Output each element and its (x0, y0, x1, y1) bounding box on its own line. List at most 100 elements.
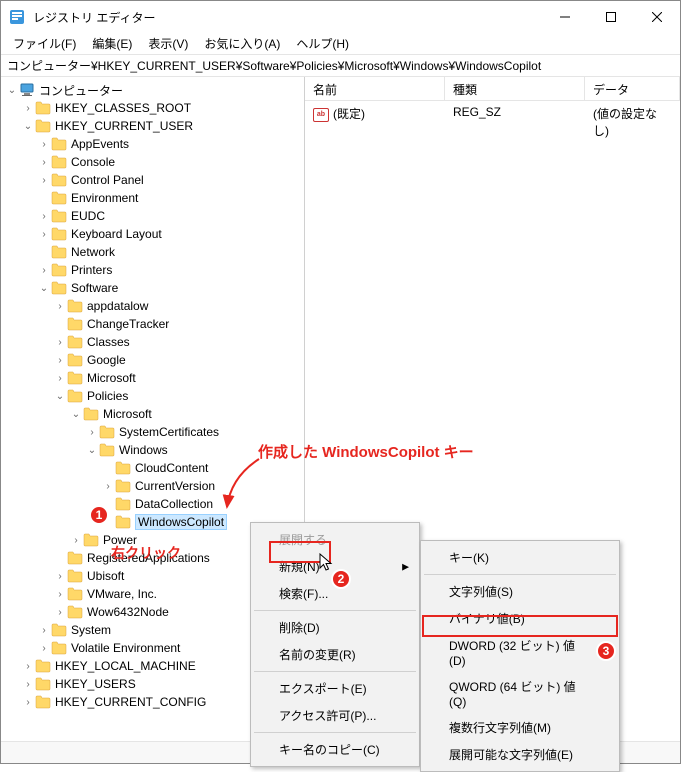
tree-item[interactable]: ›SystemCertificates (1, 423, 304, 441)
folder-icon (51, 191, 67, 205)
chevron-down-icon[interactable]: ⌄ (69, 409, 83, 420)
tree-item[interactable]: Environment (1, 189, 304, 207)
context-submenu-new[interactable]: キー(K) 文字列値(S) バイナリ値(B) DWORD (32 ビット) 値(… (420, 540, 620, 772)
ctx-expand: 展開する (253, 526, 417, 553)
ctx-copykey[interactable]: キー名のコピー(C) (253, 736, 417, 763)
string-value-icon: ab (313, 108, 329, 122)
folder-icon (67, 371, 83, 385)
tree-item-label: HKEY_CURRENT_CONFIG (55, 695, 206, 709)
tree-item-label: Microsoft (87, 371, 136, 385)
separator (424, 574, 616, 575)
tree-root-computer[interactable]: ⌄コンピューター (1, 81, 304, 99)
chevron-right-icon[interactable]: › (37, 625, 51, 636)
ctx-new-key[interactable]: キー(K) (423, 544, 617, 571)
menu-help[interactable]: ヘルプ(H) (288, 35, 357, 52)
tree-item[interactable]: › HKEY_CLASSES_ROOT (1, 99, 304, 117)
chevron-right-icon[interactable]: › (53, 301, 67, 312)
ctx-new-dword[interactable]: DWORD (32 ビット) 値(D) (423, 632, 617, 673)
minimize-button[interactable] (542, 1, 588, 33)
col-header-data[interactable]: データ (585, 77, 680, 100)
tree-item-label: Control Panel (71, 173, 144, 187)
chevron-right-icon[interactable]: › (53, 373, 67, 384)
submenu-arrow-icon: ▶ (402, 561, 409, 572)
chevron-right-icon[interactable]: › (53, 571, 67, 582)
maximize-button[interactable] (588, 1, 634, 33)
tree-item-label: Keyboard Layout (71, 227, 162, 241)
tree-item[interactable]: › Keyboard Layout (1, 225, 304, 243)
chevron-down-icon[interactable]: ⌄ (53, 391, 67, 402)
tree-item[interactable]: ⌄Policies (1, 387, 304, 405)
tree-item-label: HKEY_CLASSES_ROOT (55, 101, 191, 115)
chevron-right-icon[interactable]: › (53, 589, 67, 600)
value-data: (値の設定なし) (585, 103, 680, 141)
tree-item-label: EUDC (71, 209, 105, 223)
folder-icon (67, 605, 83, 619)
context-menu[interactable]: 展開する 新規(N)▶ 検索(F)... 削除(D) 名前の変更(R) エクスポ… (250, 522, 420, 767)
col-header-name[interactable]: 名前 (305, 77, 445, 100)
tree-item[interactable]: Network (1, 243, 304, 261)
tree-item-label: WindowsCopilot (135, 514, 227, 530)
col-header-type[interactable]: 種類 (445, 77, 585, 100)
chevron-right-icon[interactable]: › (101, 481, 115, 492)
chevron-right-icon[interactable]: › (37, 229, 51, 240)
chevron-right-icon[interactable]: › (53, 337, 67, 348)
chevron-right-icon[interactable]: › (37, 157, 51, 168)
chevron-down-icon[interactable]: ⌄ (85, 445, 99, 456)
tree-item[interactable]: › EUDC (1, 207, 304, 225)
ctx-new-binary[interactable]: バイナリ値(B) (423, 605, 617, 632)
chevron-right-icon[interactable]: › (37, 643, 51, 654)
tree-item[interactable]: ›Google (1, 351, 304, 369)
tree-item[interactable]: ›Printers (1, 261, 304, 279)
folder-icon (51, 173, 67, 187)
ctx-export[interactable]: エクスポート(E) (253, 675, 417, 702)
ctx-new-qword[interactable]: QWORD (64 ビット) 値(Q) (423, 673, 617, 714)
folder-icon (67, 317, 83, 331)
menu-favorites[interactable]: お気に入り(A) (196, 35, 288, 52)
folder-icon (67, 389, 83, 403)
chevron-right-icon[interactable]: › (53, 355, 67, 366)
ctx-new-multi[interactable]: 複数行文字列値(M) (423, 714, 617, 741)
close-button[interactable] (634, 1, 680, 33)
chevron-right-icon[interactable]: › (21, 697, 35, 708)
folder-icon (99, 443, 115, 457)
chevron-right-icon[interactable]: › (37, 211, 51, 222)
tree-item[interactable]: ›Classes (1, 333, 304, 351)
tree-item[interactable]: ⌄Software (1, 279, 304, 297)
chevron-right-icon[interactable]: › (21, 679, 35, 690)
folder-icon (115, 515, 131, 529)
chevron-right-icon[interactable]: › (85, 427, 99, 438)
tree-item[interactable]: › Microsoft (1, 369, 304, 387)
ctx-permissions[interactable]: アクセス許可(P)... (253, 702, 417, 729)
tree-item[interactable]: ChangeTracker (1, 315, 304, 333)
chevron-right-icon[interactable]: › (21, 661, 35, 672)
tree-item[interactable]: ›Console (1, 153, 304, 171)
list-row[interactable]: ab(既定) REG_SZ (値の設定なし) (305, 101, 680, 143)
menu-edit[interactable]: 編集(E) (84, 35, 140, 52)
tree-item[interactable]: ⌄HKEY_CURRENT_USER (1, 117, 304, 135)
chevron-right-icon[interactable]: › (37, 139, 51, 150)
tree-item[interactable]: › Control Panel (1, 171, 304, 189)
tree-item-label: System (71, 623, 111, 637)
tree-item[interactable]: ›appdatalow (1, 297, 304, 315)
ctx-rename[interactable]: 名前の変更(R) (253, 641, 417, 668)
chevron-right-icon[interactable]: › (21, 103, 35, 114)
chevron-down-icon[interactable]: ⌄ (37, 283, 51, 294)
menu-file[interactable]: ファイル(F) (5, 35, 84, 52)
menu-view[interactable]: 表示(V) (140, 35, 196, 52)
annotation-badge-1: 1 (89, 505, 109, 525)
chevron-right-icon[interactable]: › (69, 535, 83, 546)
tree-item[interactable]: ›AppEvents (1, 135, 304, 153)
ctx-new-string[interactable]: 文字列値(S) (423, 578, 617, 605)
tree-item[interactable]: ⌄ Microsoft (1, 405, 304, 423)
chevron-down-icon[interactable]: ⌄ (5, 85, 19, 96)
chevron-down-icon[interactable]: ⌄ (21, 121, 35, 132)
chevron-right-icon[interactable]: › (53, 607, 67, 618)
chevron-right-icon[interactable]: › (37, 175, 51, 186)
ctx-delete[interactable]: 削除(D) (253, 614, 417, 641)
folder-icon (83, 533, 99, 547)
chevron-right-icon[interactable]: › (37, 265, 51, 276)
address-bar[interactable]: コンピューター¥HKEY_CURRENT_USER¥Software¥Polic… (1, 55, 680, 77)
tree-item-label: Microsoft (103, 407, 152, 421)
folder-icon (67, 569, 83, 583)
folder-icon (35, 101, 51, 115)
